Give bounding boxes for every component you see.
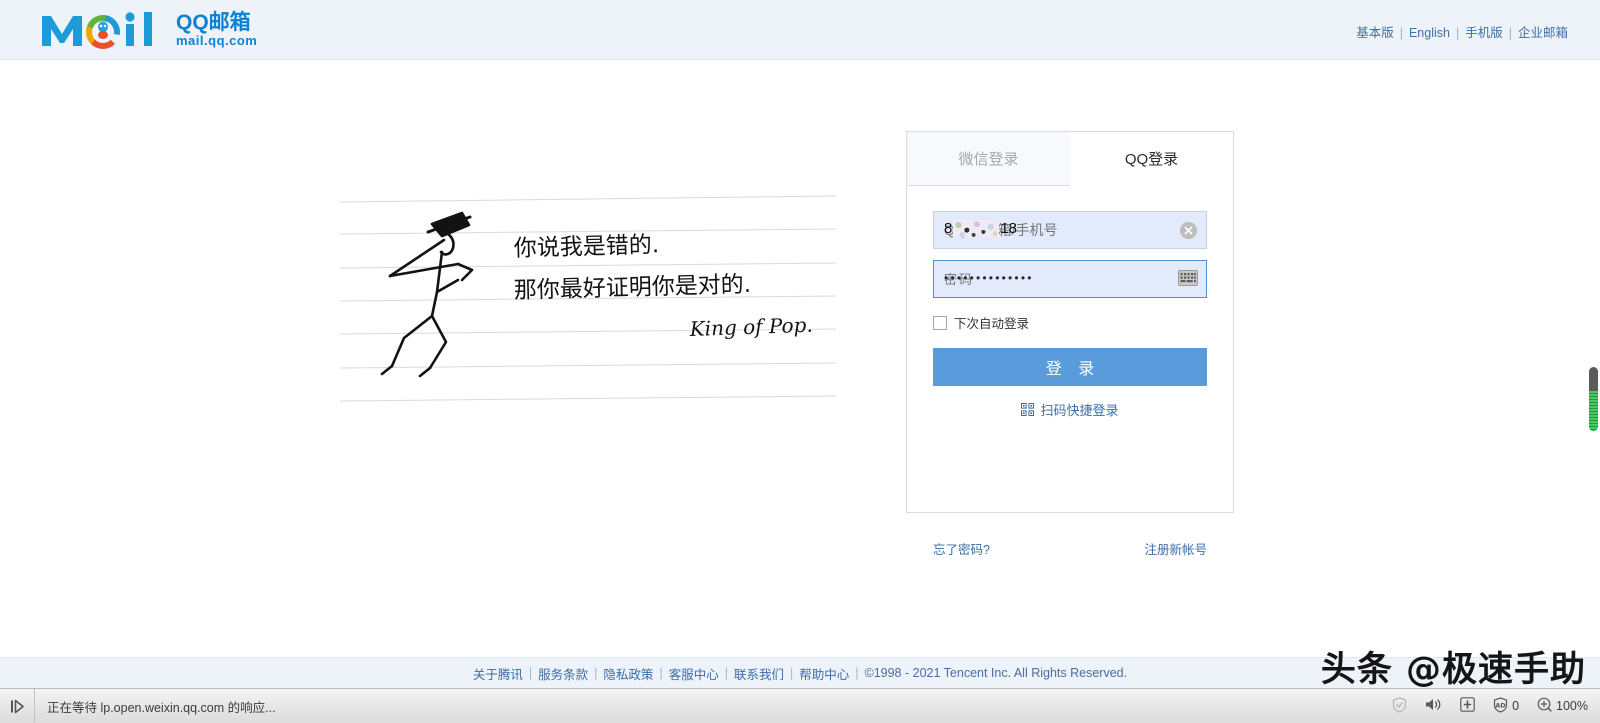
account-input[interactable] [933, 211, 1207, 249]
adblock-icon: AD [1493, 696, 1508, 716]
password-input[interactable] [933, 260, 1207, 298]
header-links: 基本版 | English | 手机版 | 企业邮箱 [1356, 22, 1568, 41]
statusbar-adblock[interactable]: AD 0 [1493, 696, 1520, 716]
illustration-line-1: 你说我是错的. [513, 232, 659, 262]
toolbox-icon [1460, 697, 1475, 715]
account-field-wrapper: 8 18 [933, 211, 1207, 249]
forgot-password-link[interactable]: 忘了密码? [933, 539, 990, 558]
statusbar-zoom[interactable]: 100% [1537, 697, 1588, 715]
footer-sep-2: | [594, 666, 598, 680]
statusbar-adblock-count: 0 [1512, 699, 1520, 713]
browser-statusbar: 正在等待 lp.open.weixin.qq.com 的响应... AD 0 1… [0, 688, 1600, 723]
qr-login-label: 扫码快捷登录 [1040, 403, 1119, 418]
header-link-enterprise[interactable]: 企业邮箱 [1518, 26, 1568, 40]
soft-keyboard-icon[interactable] [1178, 270, 1198, 286]
header-link-english[interactable]: English [1409, 26, 1450, 40]
footer-link-privacy[interactable]: 隐私政策 [603, 664, 653, 683]
logo-text-block: QQ邮箱 mail.qq.com [176, 12, 257, 48]
statusbar-zoom-level: 100% [1556, 699, 1588, 713]
logo-title: QQ邮箱 [176, 11, 251, 35]
site-footer: 关于腾讯 | 服务条款 | 隐私政策 | 客服中心 | 联系我们 | 帮助中心 | ©1998 - 20… [0, 657, 1600, 688]
svg-text:AD: AD [1495, 701, 1505, 709]
auto-login-checkbox[interactable] [933, 315, 947, 330]
footer-link-terms[interactable]: 服务条款 [538, 664, 588, 683]
statusbar-right: AD 0 100% [1392, 696, 1600, 716]
speaker-icon [1425, 697, 1442, 715]
header-link-mobile[interactable]: 手机版 [1465, 26, 1503, 40]
footer-sep-3: | [659, 666, 663, 680]
illustration-svg: 你说我是错的. 那你最好证明你是对的. King of Pop. [339, 195, 837, 402]
statusbar-speaker[interactable] [1425, 697, 1442, 715]
footer-link-contact[interactable]: 联系我们 [734, 664, 784, 683]
statusbar-left: 正在等待 lp.open.weixin.qq.com 的响应... [0, 689, 276, 723]
site-logo[interactable]: QQ邮箱 mail.qq.com [40, 8, 257, 52]
promo-illustration: 你说我是错的. 那你最好证明你是对的. King of Pop. [336, 188, 846, 418]
zoom-icon [1537, 697, 1552, 715]
qrcode-icon [1021, 403, 1035, 416]
footer-link-about-tencent[interactable]: 关于腾讯 [473, 664, 523, 683]
header-sep-1: | [1399, 26, 1403, 40]
auto-login-row[interactable]: 下次自动登录 [933, 313, 1207, 332]
password-field-wrapper: •••••••••••••• [933, 260, 1207, 298]
shield-icon [1392, 696, 1407, 716]
login-form: 8 18 •••••••••••••• [907, 211, 1233, 557]
footer-sep-6: | [855, 666, 859, 680]
logo-subtitle: mail.qq.com [176, 33, 258, 49]
footer-copyright: ©1998 - 2021 Tencent Inc. All Rights Res… [864, 666, 1128, 680]
auto-login-label: 下次自动登录 [954, 317, 1030, 331]
footer-link-help[interactable]: 帮助中心 [799, 664, 849, 683]
header-link-basic[interactable]: 基本版 [1356, 26, 1394, 40]
footer-sep-1: | [528, 666, 533, 680]
login-submit-button[interactable]: 登 录 [933, 348, 1207, 386]
login-panel: 微信登录 QQ登录 8 18 [906, 131, 1234, 557]
tab-wechat-login[interactable]: 微信登录 [907, 132, 1070, 185]
tab-wechat-login-label: 微信登录 [958, 151, 1019, 168]
clear-circle-icon[interactable] [1180, 222, 1197, 239]
footer-link-support[interactable]: 客服中心 [669, 664, 719, 683]
login-bottom-links: 忘了密码? 注册新帐号 [933, 539, 1207, 558]
register-account-link[interactable]: 注册新帐号 [1144, 539, 1207, 558]
header-sep-3: | [1508, 26, 1512, 40]
footer-sep-5: | [789, 666, 794, 680]
page-scrollbar[interactable] [1589, 367, 1598, 431]
tab-qq-login-label: QQ登录 [1124, 151, 1179, 168]
footer-sep-4: | [724, 666, 728, 680]
qr-login-link[interactable]: 扫码快捷登录 [933, 400, 1207, 419]
moil-logo-icon [40, 8, 168, 52]
header-sep-2: | [1455, 26, 1460, 40]
page-root: QQ邮箱 mail.qq.com 基本版 | English | 手机版 | 企业邮箱 [0, 0, 1600, 723]
site-header: QQ邮箱 mail.qq.com 基本版 | English | 手机版 | 企业邮箱 [0, 0, 1600, 60]
statusbar-toolbox[interactable] [1460, 697, 1475, 715]
illustration-line-2: 那你最好证明你是对的. [513, 272, 751, 304]
login-tabs: 微信登录 QQ登录 [907, 132, 1233, 186]
statusbar-shield[interactable] [1392, 696, 1407, 716]
page-scrollbar-thumb[interactable] [1589, 391, 1598, 431]
statusbar-status-text: 正在等待 lp.open.weixin.qq.com 的响应... [47, 700, 276, 715]
tab-qq-login[interactable]: QQ登录 [1070, 132, 1233, 186]
play-pause-icon[interactable] [0, 689, 35, 723]
illustration-signature: King of Pop. [688, 313, 813, 341]
